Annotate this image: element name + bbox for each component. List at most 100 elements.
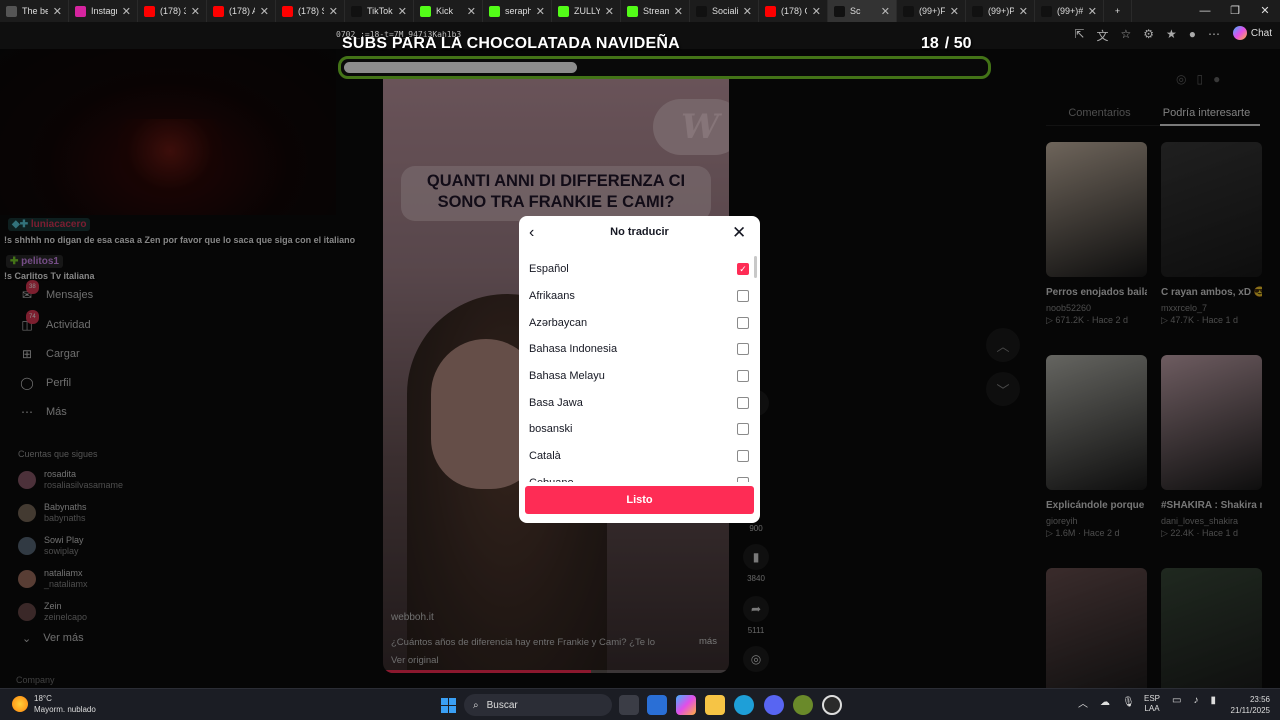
language-option[interactable]: Català xyxy=(519,443,760,470)
following-account[interactable]: rosadita rosaliasilvasamame xyxy=(18,469,123,491)
suggested-video-card[interactable] xyxy=(1161,568,1262,703)
weather-widget[interactable]: 18°C Mayorm. nublado xyxy=(12,693,96,715)
share-action[interactable]: ➦ 5111 xyxy=(740,596,772,635)
next-video-button[interactable]: ﹀ xyxy=(986,372,1020,406)
video-author[interactable]: webboh.it xyxy=(391,612,434,623)
checkbox-icon[interactable] xyxy=(737,396,749,409)
tab-close-icon[interactable]: ✕ xyxy=(1019,5,1028,18)
suggested-video-card[interactable] xyxy=(1046,568,1147,703)
clock[interactable]: 23:56 21/11/2025 xyxy=(1226,694,1270,716)
suggested-video-card[interactable]: C rayan ambos, xD 😎#cristorata7... mxxrce… xyxy=(1161,142,1262,326)
browser-tab[interactable]: (99+)P ✕ xyxy=(966,0,1035,22)
language-option[interactable]: Basa Jawa xyxy=(519,389,760,416)
checkbox-icon[interactable] xyxy=(737,316,749,329)
suggested-video-card[interactable]: #SHAKIRA : Shakira nunca... dani_loves_sh… xyxy=(1161,355,1262,539)
browser-tab[interactable]: Kick ✕ xyxy=(414,0,483,22)
language-option[interactable]: Afrikaans xyxy=(519,283,760,310)
tab-close-icon[interactable]: ✕ xyxy=(467,5,476,18)
new-tab-icon[interactable]: + xyxy=(1104,0,1132,22)
system-status-icons[interactable]: ▭ ♪ ▮ xyxy=(1172,695,1216,706)
settings-icon[interactable]: ◎ xyxy=(1176,72,1186,86)
done-button[interactable]: Listo xyxy=(525,486,754,514)
tab-close-icon[interactable]: ✕ xyxy=(536,5,545,18)
language-option[interactable]: Azərbaycan xyxy=(519,309,760,336)
nav-item-más[interactable]: ⋯ Más xyxy=(20,405,67,419)
tab-close-icon[interactable]: ✕ xyxy=(398,5,407,18)
following-account[interactable]: Babynaths babynaths xyxy=(18,502,87,524)
video-thumbnail[interactable] xyxy=(1161,142,1262,277)
tab-close-icon[interactable]: ✕ xyxy=(881,5,890,18)
browser-tab[interactable]: seraphi ✕ xyxy=(483,0,552,22)
tab-close-icon[interactable]: ✕ xyxy=(605,5,614,18)
file-explorer-icon[interactable] xyxy=(705,695,725,715)
close-icon[interactable]: ✕ xyxy=(732,223,746,243)
card-user[interactable]: noob52260 xyxy=(1046,303,1147,313)
checkbox-icon[interactable] xyxy=(737,476,749,482)
microphone-icon[interactable]: 🎙 xyxy=(1122,697,1135,708)
nav-item-actividad[interactable]: ◫ 74 Actividad xyxy=(20,310,91,332)
tab-comments[interactable]: Comentarios xyxy=(1046,107,1153,119)
checkbox-icon[interactable] xyxy=(737,290,749,303)
copilot-app-icon[interactable] xyxy=(676,695,696,715)
checkbox-checked-icon[interactable]: ✓ xyxy=(737,263,749,276)
browser-tab[interactable]: (178) 3 ✕ xyxy=(138,0,207,22)
language-indicator[interactable]: ESP LAA xyxy=(1144,694,1160,714)
avatar-icon[interactable]: ● xyxy=(1213,72,1220,86)
tab-close-icon[interactable]: ✕ xyxy=(329,5,338,18)
tab-close-icon[interactable]: ✕ xyxy=(950,5,959,18)
checkbox-icon[interactable] xyxy=(737,343,749,356)
bookmark-action[interactable]: ▮ 3840 xyxy=(740,544,772,583)
following-account[interactable]: Zein zeinelcapo xyxy=(18,601,87,623)
language-option[interactable]: Bahasa Indonesia xyxy=(519,336,760,363)
windows-start-icon[interactable] xyxy=(441,698,456,713)
tab-close-icon[interactable]: ✕ xyxy=(260,5,269,18)
discord-icon[interactable] xyxy=(764,695,784,715)
tab-close-icon[interactable]: ✕ xyxy=(743,5,752,18)
browser-tab[interactable]: Sc ✕ xyxy=(828,0,897,22)
copilot-chat-button[interactable]: Chat xyxy=(1232,26,1272,40)
edge-browser-icon[interactable] xyxy=(734,695,754,715)
more-link[interactable]: más xyxy=(699,636,717,647)
video-thumbnail[interactable] xyxy=(1161,355,1262,490)
language-option[interactable]: Bahasa Melayu xyxy=(519,363,760,390)
browser-tab[interactable]: Instagr ✕ xyxy=(69,0,138,22)
browser-tab[interactable]: TikTok - ✕ xyxy=(345,0,414,22)
card-user[interactable]: dani_loves_shakira xyxy=(1161,516,1262,526)
video-progress-bar[interactable] xyxy=(383,670,729,673)
extensions-icon[interactable]: ⚙ xyxy=(1143,27,1154,44)
nav-item-cargar[interactable]: ⊞ Cargar xyxy=(20,347,80,361)
following-account[interactable]: nataliamx _nataliamx xyxy=(18,568,88,590)
tab-close-icon[interactable]: ✕ xyxy=(812,5,821,18)
tab-close-icon[interactable]: ✕ xyxy=(53,5,62,18)
browser-tab[interactable]: (178) Al ✕ xyxy=(207,0,276,22)
following-account[interactable]: Sowi Play sowiplay xyxy=(18,535,84,557)
suggested-video-card[interactable]: Perros enojados bailando#puppy... noob522… xyxy=(1046,142,1147,326)
card-user[interactable]: gioreyih xyxy=(1046,516,1147,526)
list-scrollbar[interactable] xyxy=(754,256,757,278)
browser-tab[interactable]: (178) S(✕ xyxy=(276,0,345,22)
nav-item-perfil[interactable]: ◯ Perfil xyxy=(20,376,71,390)
favorites-icon[interactable]: ★ xyxy=(1166,27,1177,44)
profile-avatar-icon[interactable]: ● xyxy=(1189,27,1196,44)
browser-tab[interactable]: (99+)Fr ✕ xyxy=(897,0,966,22)
task-view-icon[interactable] xyxy=(619,695,639,715)
checkbox-icon[interactable] xyxy=(737,450,749,463)
tab-suggested[interactable]: Podría interesarte xyxy=(1153,107,1260,119)
video-thumbnail[interactable] xyxy=(1046,355,1147,490)
tab-close-icon[interactable]: ✕ xyxy=(122,5,131,18)
suggested-video-card[interactable]: Explicándole porque le tengo... gioreyih ▷… xyxy=(1046,355,1147,539)
translate-icon[interactable]: 文 xyxy=(1096,27,1108,44)
tray-chevron-icon[interactable]: ︿ xyxy=(1078,695,1088,710)
browser-tab[interactable]: The be: ✕ xyxy=(0,0,69,22)
close-icon[interactable]: ✕ xyxy=(1250,0,1280,22)
language-list[interactable]: Español ✓ Afrikaans Azərbaycan Bahasa Indone… xyxy=(519,256,760,482)
tab-close-icon[interactable]: ✕ xyxy=(191,5,200,18)
browser-tab[interactable]: (99+)# ✕ xyxy=(1035,0,1104,22)
device-icon[interactable]: ▯ xyxy=(1196,72,1203,86)
video-thumbnail[interactable] xyxy=(1046,142,1147,277)
tab-close-icon[interactable]: ✕ xyxy=(674,5,683,18)
previous-video-button[interactable]: ︿ xyxy=(986,328,1020,362)
checkbox-icon[interactable] xyxy=(737,423,749,436)
taskbar-search[interactable]: ⌕ Buscar xyxy=(464,694,612,716)
minimize-icon[interactable]: — xyxy=(1190,0,1220,22)
